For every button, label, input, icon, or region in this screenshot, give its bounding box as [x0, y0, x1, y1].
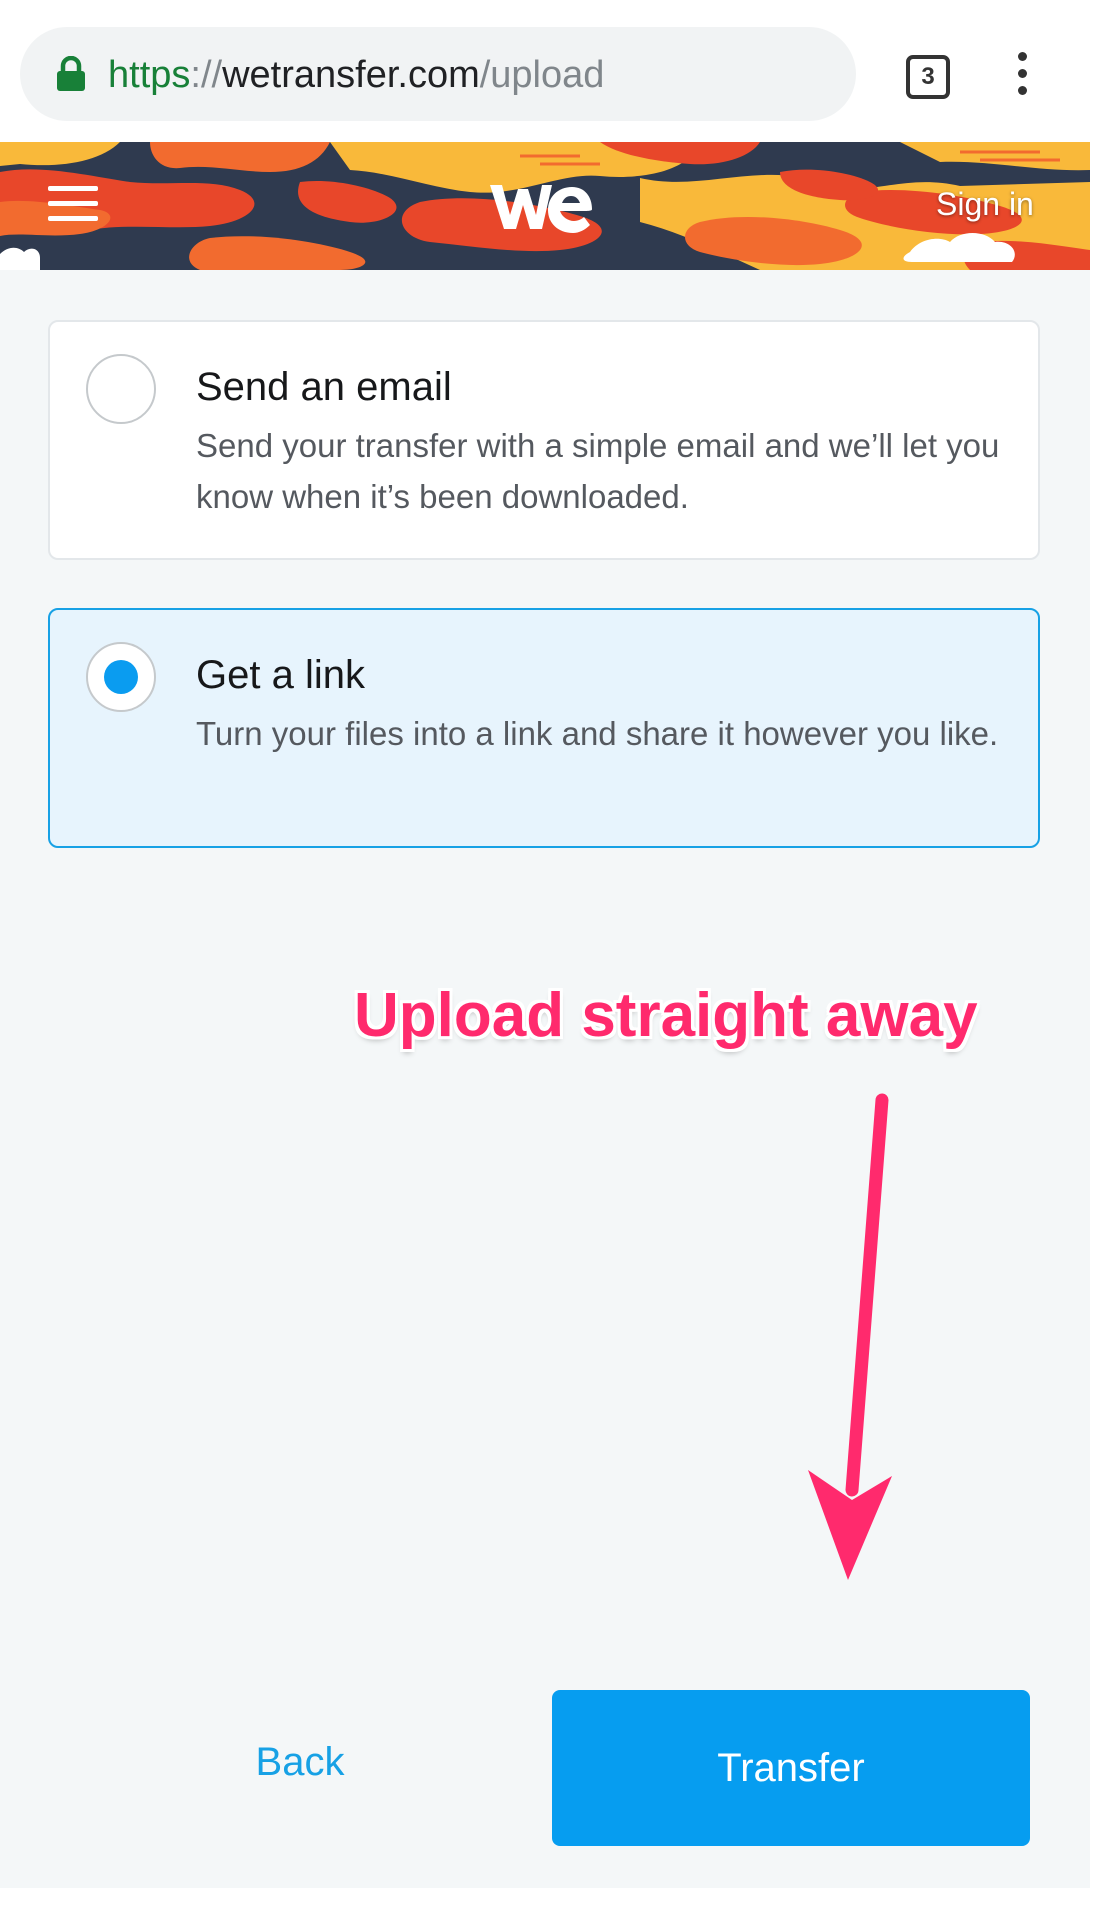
wetransfer-logo[interactable]	[486, 181, 592, 235]
radio-send-email[interactable]	[86, 354, 156, 424]
lock-icon	[57, 56, 85, 91]
url-separator: ://	[190, 54, 223, 96]
hamburger-menu-icon[interactable]	[48, 186, 98, 221]
tab-switcher-button[interactable]: 3	[906, 55, 950, 99]
option-title: Send an email	[196, 365, 452, 409]
option-description: Send your transfer with a simple email a…	[196, 427, 1000, 515]
kebab-menu-icon[interactable]	[1004, 52, 1040, 98]
transfer-button[interactable]: Transfer	[552, 1690, 1030, 1846]
signin-link[interactable]: Sign in	[936, 186, 1034, 223]
back-button[interactable]: Back	[190, 1712, 410, 1812]
url-scheme: https	[108, 54, 191, 96]
main-content: Send an email Send your transfer with a …	[0, 270, 1090, 1888]
url-text[interactable]: https://wetransfer.com/upload	[108, 50, 604, 100]
url-host: wetransfer.com	[222, 54, 480, 96]
radio-get-link[interactable]	[86, 642, 156, 712]
radio-selected-dot	[104, 660, 138, 694]
option-title: Get a link	[196, 653, 365, 697]
page: https://wetransfer.com/upload 3 Sign in …	[0, 0, 1106, 1912]
browser-toolbar: https://wetransfer.com/upload 3	[0, 0, 1106, 142]
annotation-text: Upload straight away	[354, 981, 978, 1050]
option-description: Turn your files into a link and share it…	[196, 715, 999, 752]
url-path: /upload	[479, 54, 605, 96]
annotation-arrow-icon	[808, 1093, 892, 1580]
option-get-link[interactable]: Get a link Turn your files into a link a…	[48, 608, 1040, 848]
option-send-email[interactable]: Send an email Send your transfer with a …	[48, 320, 1040, 560]
